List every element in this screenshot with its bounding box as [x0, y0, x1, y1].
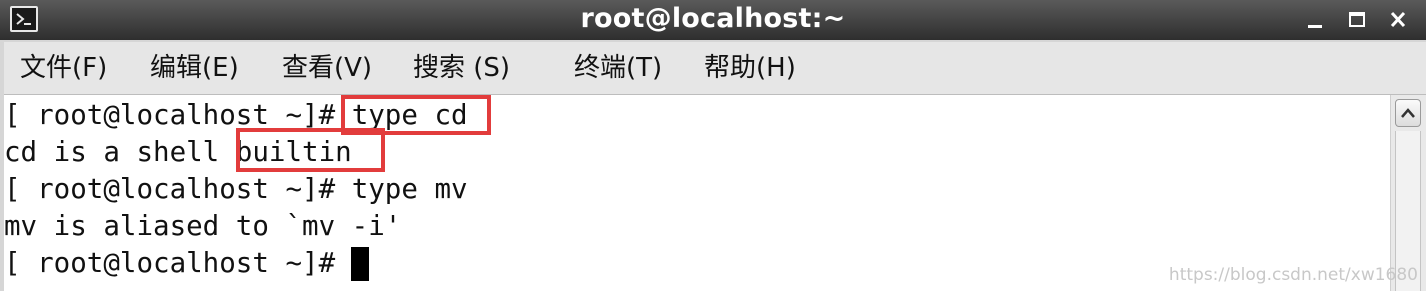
text-cursor: [351, 247, 369, 281]
menu-terminal[interactable]: 终端(T): [574, 42, 662, 94]
output: mv is aliased to `mv -i': [4, 210, 402, 242]
terminal-line: [ root@localhost ~]# type mv: [4, 171, 468, 207]
command: type mv: [351, 173, 468, 205]
highlight-box-builtin: [236, 128, 385, 172]
vertical-scrollbar[interactable]: [1390, 95, 1426, 291]
terminal-window: root@localhost:~ 文件(F) 编辑(E) 查看(V) 搜索 (S…: [0, 0, 1426, 291]
menu-bar: 文件(F) 编辑(E) 查看(V) 搜索 (S) 终端(T) 帮助(H): [4, 42, 1426, 95]
maximize-button[interactable]: [1343, 7, 1371, 33]
terminal-line: mv is aliased to `mv -i': [4, 208, 401, 244]
maximize-icon: [1349, 12, 1365, 27]
terminal-line: [ root@localhost ~]#: [4, 245, 352, 281]
window-title: root@localhost:~: [580, 3, 846, 34]
menu-file[interactable]: 文件(F): [20, 42, 107, 94]
minimize-icon: [1308, 25, 1322, 28]
minimize-button[interactable]: [1301, 7, 1329, 33]
watermark: https://blog.csdn.net/xw1680: [1168, 265, 1418, 285]
close-icon: [1390, 11, 1406, 28]
title-bar[interactable]: root@localhost:~: [0, 0, 1426, 40]
chevron-up-icon: [1401, 108, 1415, 118]
close-button[interactable]: [1384, 7, 1412, 33]
prompt: [ root@localhost ~]#: [4, 247, 352, 279]
prompt: [ root@localhost ~]#: [4, 173, 352, 205]
menu-search[interactable]: 搜索 (S): [413, 42, 510, 94]
menu-help[interactable]: 帮助(H): [704, 42, 796, 94]
prompt: [ root@localhost ~]#: [4, 99, 352, 131]
menu-view[interactable]: 查看(V): [282, 42, 372, 94]
scroll-up-button[interactable]: [1395, 99, 1421, 127]
menu-edit[interactable]: 编辑(E): [150, 42, 239, 94]
